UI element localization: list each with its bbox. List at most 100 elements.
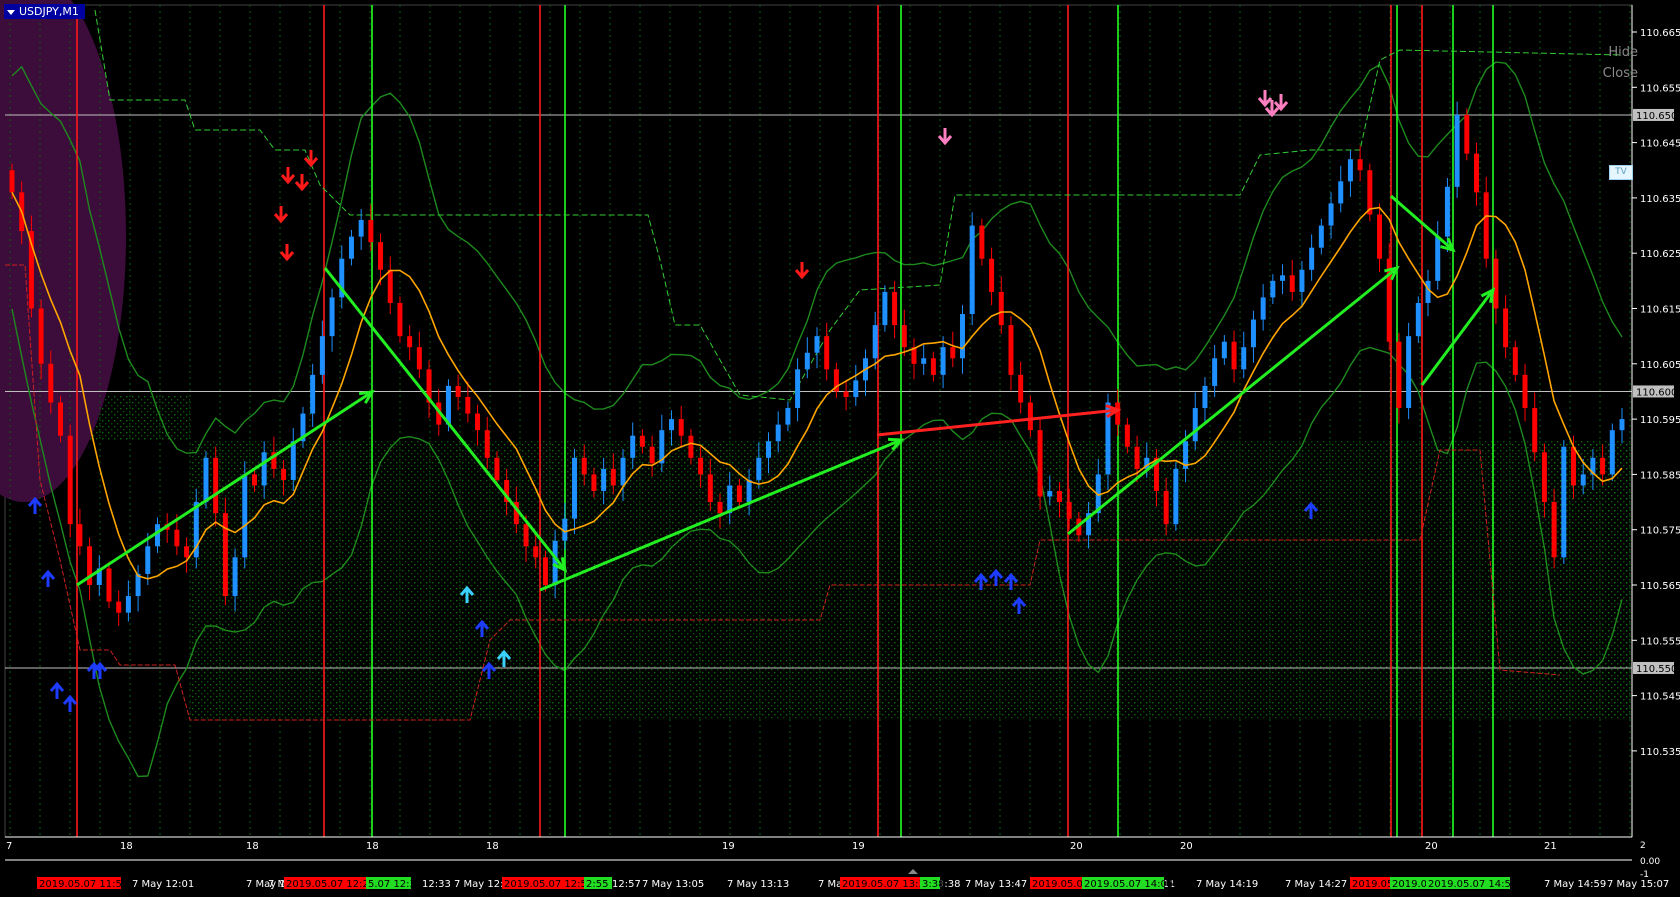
candle-body	[959, 314, 965, 359]
candle-body	[950, 347, 956, 359]
candle-body	[1338, 181, 1344, 204]
candle-body	[678, 419, 684, 436]
candle-body	[1328, 203, 1334, 226]
candle-body	[610, 468, 616, 486]
candle-body	[251, 474, 257, 486]
candle-body	[1173, 468, 1179, 525]
price-tick-label: 110.655	[1640, 83, 1680, 94]
candle-body	[1493, 258, 1499, 309]
time-label: 7 May 14:19	[1196, 879, 1258, 890]
time-label: 18	[366, 841, 379, 852]
candle-body	[1241, 347, 1247, 370]
time-label: 21	[1544, 841, 1557, 852]
candle-body	[174, 529, 180, 547]
green-time-tag: 2019.05.07 14:06	[1084, 879, 1173, 890]
symbol-title[interactable]: USDJPY,M1	[4, 4, 85, 19]
candle-body	[319, 336, 325, 375]
candle-body	[707, 474, 713, 503]
candle-body	[649, 446, 655, 464]
candle-body	[378, 242, 384, 270]
candle-body	[145, 546, 151, 574]
candle-body	[1425, 280, 1431, 303]
candle-body	[329, 297, 335, 337]
candle-body	[1571, 446, 1577, 486]
candle-body	[620, 457, 626, 486]
candle-body	[979, 225, 985, 259]
candle-body	[184, 546, 190, 558]
candle-body	[1541, 452, 1547, 503]
candle-body	[591, 474, 597, 491]
candle-body	[222, 513, 228, 597]
candle-body	[387, 269, 393, 303]
time-label: 7 May 13:13	[727, 879, 789, 890]
candle-body	[523, 524, 529, 547]
time-label: 7	[6, 841, 12, 852]
time-label: 20	[1070, 841, 1083, 852]
price-highlight-label: 110.600	[1636, 387, 1677, 398]
candle-body	[465, 396, 471, 414]
candle-body	[698, 457, 704, 475]
close-button[interactable]: Close	[1603, 66, 1638, 81]
candle-body	[1037, 430, 1043, 497]
candle-body	[989, 258, 995, 292]
candle-body	[9, 170, 15, 193]
time-label: 7 May 15:07	[1607, 879, 1669, 890]
candle-body	[416, 347, 422, 370]
green-time-tag: 2:55	[586, 879, 608, 890]
candle-body	[213, 457, 219, 514]
hide-button[interactable]: Hide	[1608, 45, 1638, 60]
candle-body	[1212, 358, 1218, 386]
candle-body	[1600, 457, 1606, 475]
candle-body	[1347, 159, 1353, 182]
price-tick-label: 110.545	[1640, 692, 1680, 703]
candle-body	[581, 457, 587, 475]
time-label: 7 May 12:4	[454, 879, 510, 890]
candle-body	[1406, 336, 1412, 409]
candle-body	[1532, 408, 1538, 453]
candle-body	[67, 435, 73, 525]
time-label: 7 May 13:47	[965, 879, 1027, 890]
candle-body	[1134, 446, 1140, 469]
green-time-tag: 3:38	[922, 879, 944, 890]
time-label: 20	[1180, 841, 1193, 852]
price-tick-label: 110.645	[1640, 139, 1680, 150]
tv-button[interactable]: TV	[1609, 165, 1633, 180]
red-time-tag: 2019.05.07 12:51	[504, 879, 593, 890]
candle-body	[1027, 402, 1033, 431]
candle-body	[1522, 374, 1528, 409]
candle-body	[766, 441, 772, 458]
green-time-tag: 5.07 12:31	[368, 879, 422, 890]
candle-body	[1260, 297, 1266, 320]
candle-body	[77, 524, 83, 547]
subwindow-scale-label: 0.00	[1640, 857, 1660, 867]
price-chart[interactable]: 110.665 110.655 110.645 110.635 110.625 110.6…	[0, 0, 1680, 897]
candle-body	[853, 380, 859, 397]
candle-body	[940, 347, 946, 375]
candle-body	[203, 457, 209, 503]
candle-body	[572, 457, 578, 519]
price-tick-label: 110.665	[1640, 28, 1680, 39]
candle-body	[1221, 341, 1227, 359]
red-time-tag: 2019.05.07	[1032, 879, 1089, 890]
dropdown-triangle-icon[interactable]	[7, 9, 15, 15]
candle-body	[281, 468, 287, 480]
candle-body	[1056, 490, 1062, 503]
candle-body	[348, 236, 354, 259]
red-time-tag: 2019.05.07 11:54	[39, 879, 128, 890]
candle-body	[1280, 275, 1286, 281]
candle-body	[48, 363, 54, 403]
subwindow-scale-label: 2	[1640, 841, 1646, 851]
candle-body	[1561, 446, 1567, 558]
candle-body	[1551, 502, 1557, 558]
time-label: 12:57	[612, 879, 641, 890]
candle-body	[552, 540, 558, 585]
candle-body	[1415, 302, 1421, 337]
candle-body	[892, 291, 898, 326]
candle-body	[1202, 385, 1208, 409]
candle-body	[1047, 490, 1053, 497]
candle-body	[921, 358, 927, 364]
candle-body	[1192, 408, 1198, 442]
candle-body	[804, 352, 810, 370]
time-label: 7 May 13:05	[642, 879, 704, 890]
candle-body	[533, 546, 539, 558]
